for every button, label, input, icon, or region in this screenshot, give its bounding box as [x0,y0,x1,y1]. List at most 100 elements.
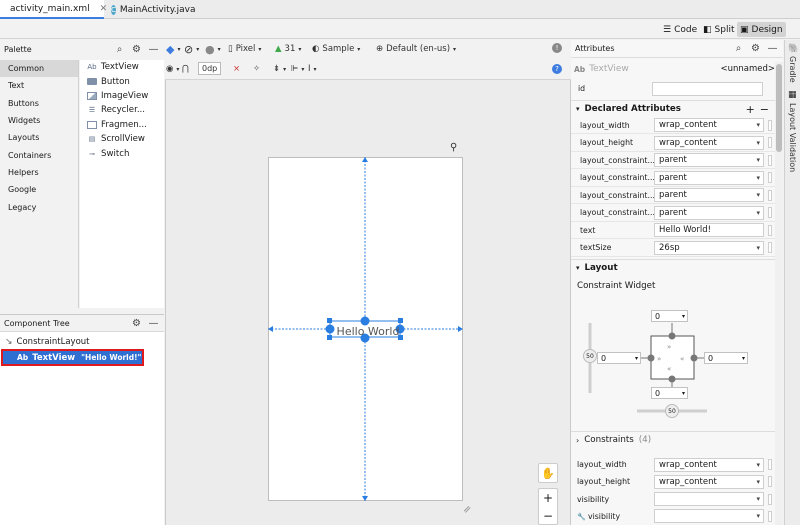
margin-bottom-field[interactable]: 0 ▾ [651,387,688,399]
gear-icon[interactable]: ⚙ [749,42,762,55]
locale-selector[interactable]: ⊕ Default (en-us) ▾ [376,44,456,54]
attr-value-field[interactable]: 26sp ▾ [654,240,764,255]
attr-value-field[interactable]: parent ▾ [654,153,764,167]
attr-value-field[interactable]: parent ▾ [654,170,764,185]
eye-icon[interactable]: ◉ ▾ [166,64,179,74]
category-containers[interactable]: Containers [0,146,78,163]
chevron-down-icon[interactable]: ▾ [756,121,760,129]
pack-icon[interactable]: ⇟ ▾ [273,64,286,74]
chevron-down-icon[interactable]: ▾ [756,174,760,182]
align-icon[interactable]: ⊫ ▾ [291,64,304,74]
resource-picker-button[interactable] [768,242,772,253]
constraints-section-header[interactable]: › Constraints (4) [571,431,775,448]
layout-validation-tool-button[interactable]: Layout Validation [788,103,797,172]
attr-value-field[interactable]: ▾ [654,509,764,524]
orientation-icon[interactable]: ⊘ ▾ [184,43,199,56]
category-legacy[interactable]: Legacy [0,198,78,215]
design-view-button[interactable]: ▣ Design [737,22,786,37]
resource-picker-button[interactable] [768,154,772,166]
category-widgets[interactable]: Widgets [0,112,78,129]
default-margin-field[interactable]: 0dp [198,62,222,75]
device-selector[interactable]: ▯ Pixel ▾ [228,44,261,54]
resource-picker-button[interactable] [768,476,772,488]
resource-picker-button[interactable] [768,137,772,148]
palette-item-textview[interactable]: Ab TextView [80,60,164,74]
attr-value-field[interactable]: wrap_content ▾ [654,457,764,472]
scrollbar-thumb[interactable] [776,64,782,152]
split-view-button[interactable]: ◧ Split [700,22,737,37]
chevron-down-icon[interactable]: ▾ [756,156,760,164]
pin-icon[interactable]: ⚲ [450,142,457,153]
resource-picker-button[interactable] [768,224,772,236]
code-view-button[interactable]: ☰ Code [660,22,700,37]
horizontal-bias-slider[interactable]: 50 [665,404,679,418]
category-buttons[interactable]: Buttons [0,95,78,112]
phone-canvas[interactable]: Hello World [268,157,463,501]
margin-top-field[interactable]: 0 ▾ [651,310,688,322]
resource-picker-button[interactable] [768,172,772,183]
palette-item-switch[interactable]: ⊸ Switch [80,146,164,160]
attr-value-field[interactable]: wrap_content ▾ [654,135,764,150]
chevron-down-icon[interactable]: ▾ [756,478,760,486]
attr-value-field[interactable]: wrap_content ▾ [654,474,764,489]
night-mode-icon[interactable]: ● ▾ [205,43,221,56]
warning-icon[interactable]: ! [552,43,562,53]
category-common[interactable]: Common [0,60,78,78]
palette-item-imageview[interactable]: ImageView [80,89,164,103]
chevron-down-icon[interactable]: ▾ [756,495,760,503]
tab-activity-main[interactable]: activity_main.xml ✕ [0,0,107,19]
search-icon[interactable]: ⌕ [732,42,745,55]
resource-picker-button[interactable] [768,493,772,505]
tree-item-textview[interactable]: Ab TextView "Hello World!" [1,349,144,366]
minimize-icon[interactable]: — [766,42,779,55]
resource-picker-button[interactable] [768,510,772,522]
chevron-down-icon[interactable]: ▾ [756,209,760,217]
chevron-down-icon[interactable]: ▾ [756,139,760,147]
layout-section-header[interactable]: ▾ Layout [571,259,775,276]
resource-picker-button[interactable] [768,119,772,131]
pan-tool-button[interactable]: ✋ [538,463,558,483]
minimize-icon[interactable]: — [147,43,160,56]
category-helpers[interactable]: Helpers [0,164,78,181]
zoom-out-button[interactable]: − [539,507,557,525]
theme-selector[interactable]: ◐ Sample ▾ [312,44,360,54]
minimize-icon[interactable]: — [147,317,160,330]
category-google[interactable]: Google [0,181,78,198]
resource-picker-button[interactable] [768,189,772,201]
palette-item-fragment[interactable]: Fragmen... [80,118,164,132]
gear-icon[interactable]: ⚙ [130,317,143,330]
gear-icon[interactable]: ⚙ [130,43,143,56]
zoom-in-button[interactable]: + [539,489,557,507]
chevron-down-icon[interactable]: ▾ [756,512,760,520]
id-input[interactable] [652,81,763,96]
attr-value-field[interactable]: wrap_content ▾ [654,118,764,132]
category-text[interactable]: Text [0,77,78,94]
palette-item-scrollview[interactable]: ▤ ScrollView [80,132,164,146]
infer-constraints-icon[interactable]: ✧ [253,64,260,74]
clear-constraints-icon[interactable]: ⨯ [233,64,240,74]
help-icon[interactable]: ? [552,64,562,74]
layers-icon[interactable]: ◆ ▾ [166,43,180,56]
margin-right-field[interactable]: 0 ▾ [704,352,748,364]
chevron-down-icon[interactable]: ▾ [756,461,760,469]
remove-icon[interactable]: − [760,103,769,116]
resource-picker-button[interactable] [768,207,772,218]
chevron-down-icon[interactable]: ▾ [756,191,760,199]
chevron-down-icon[interactable]: ▾ [756,244,760,252]
category-layouts[interactable]: Layouts [0,129,78,146]
guidelines-icon[interactable]: Ⅰ ▾ [308,64,317,74]
vertical-bias-slider[interactable]: 50 [583,349,597,363]
gradle-tool-button[interactable]: Gradle [788,56,797,83]
tab-main-activity[interactable]: C MainActivity.java [105,0,195,19]
attr-value-field[interactable]: ▾ [654,492,764,507]
search-icon[interactable]: ⌕ [113,43,126,56]
api-selector[interactable]: ▲ 31 ▾ [275,44,301,54]
resource-picker-button[interactable] [768,459,772,470]
attr-value-field[interactable]: parent ▾ [654,188,764,202]
margin-left-field[interactable]: 0 ▾ [597,352,641,364]
attr-value-field[interactable]: Hello World! [654,223,764,237]
magnet-icon[interactable]: ⋂ [182,64,189,74]
palette-item-recyclerview[interactable]: ☰ Recycler... [80,103,164,117]
hello-world-textview[interactable]: Hello World [333,323,403,339]
palette-item-button[interactable]: Button [80,74,164,88]
